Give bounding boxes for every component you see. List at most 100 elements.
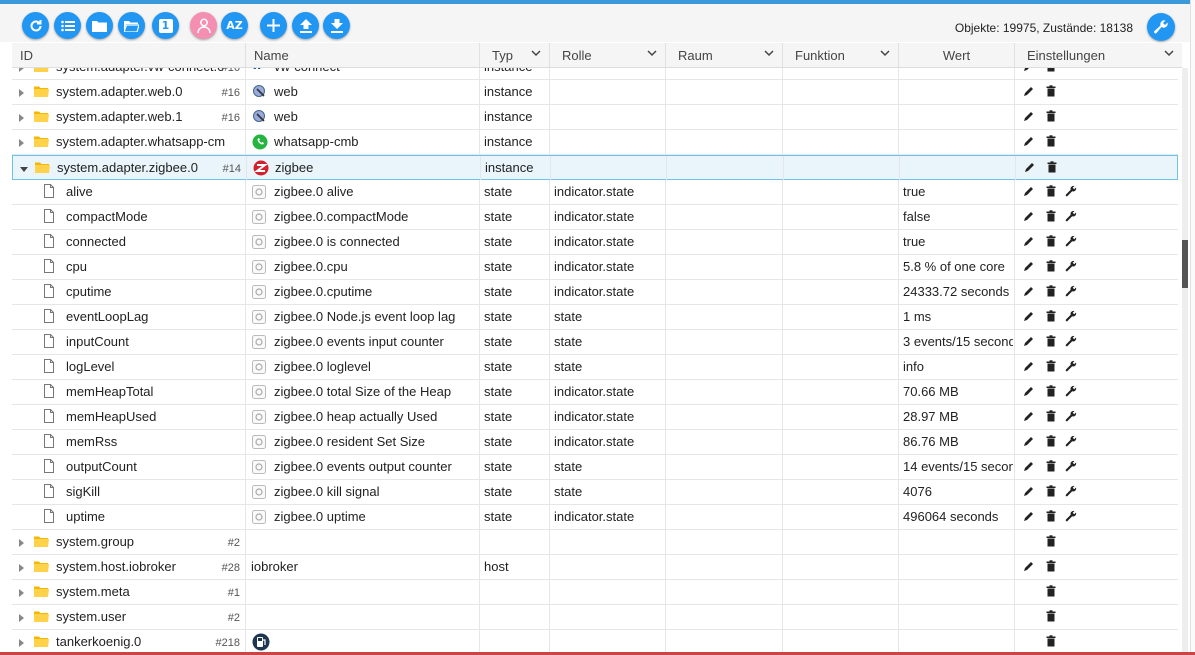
row-value[interactable]: info: [903, 355, 1013, 379]
sort-az-button[interactable]: AZ: [221, 12, 248, 39]
table-row[interactable]: memHeapTotal zigbee.0 total Size of the H…: [12, 380, 1178, 405]
table-row[interactable]: memHeapUsed zigbee.0 heap actually Used st…: [12, 405, 1178, 430]
delete-trash-icon[interactable]: [1045, 235, 1057, 247]
list-view-button[interactable]: [54, 12, 81, 39]
edit-pencil-icon[interactable]: [1023, 510, 1035, 522]
delete-trash-icon[interactable]: [1045, 210, 1057, 222]
edit-pencil-icon[interactable]: [1023, 410, 1035, 422]
settings-wrench-icon[interactable]: [1065, 510, 1077, 522]
row-value[interactable]: [903, 555, 1013, 579]
row-value[interactable]: true: [903, 180, 1013, 204]
row-value[interactable]: [903, 605, 1013, 629]
delete-trash-icon[interactable]: [1045, 135, 1057, 147]
table-row[interactable]: system.host.iobroker #28 iobroker host: [12, 555, 1178, 580]
edit-pencil-icon[interactable]: [1023, 185, 1035, 197]
edit-pencil-icon[interactable]: [1024, 161, 1036, 173]
settings-wrench-icon[interactable]: [1065, 485, 1077, 497]
delete-trash-icon[interactable]: [1045, 635, 1057, 647]
delete-trash-icon[interactable]: [1045, 85, 1057, 97]
row-value[interactable]: 28.97 MB: [903, 405, 1013, 429]
collapse-toggle-icon[interactable]: [20, 167, 28, 172]
row-value[interactable]: 4076: [903, 480, 1013, 504]
column-header-id[interactable]: ID: [12, 43, 245, 67]
column-header-function[interactable]: Funktion: [782, 43, 898, 67]
row-value[interactable]: [903, 130, 1013, 154]
settings-wrench-icon[interactable]: [1065, 185, 1077, 197]
expand-toggle-icon[interactable]: [19, 114, 24, 122]
delete-trash-icon[interactable]: [1045, 610, 1057, 622]
settings-wrench-icon[interactable]: [1065, 310, 1077, 322]
row-value[interactable]: 70.66 MB: [903, 380, 1013, 404]
row-value[interactable]: [903, 530, 1013, 554]
expand-toggle-icon[interactable]: [19, 539, 24, 547]
settings-wrench-icon[interactable]: [1065, 385, 1077, 397]
edit-pencil-icon[interactable]: [1023, 135, 1035, 147]
row-value[interactable]: 3 events/15 seconds: [903, 330, 1013, 354]
expand-toggle-icon[interactable]: [19, 68, 24, 72]
column-header-role[interactable]: Rolle: [549, 43, 665, 67]
edit-pencil-icon[interactable]: [1023, 285, 1035, 297]
add-button[interactable]: [260, 12, 287, 39]
settings-wrench-icon[interactable]: [1065, 210, 1077, 222]
column-header-name[interactable]: Name: [245, 43, 479, 67]
settings-wrench-icon[interactable]: [1065, 360, 1077, 372]
table-row[interactable]: system.adapter.vw-connect.0#16Wvw-connec…: [12, 68, 1178, 80]
delete-trash-icon[interactable]: [1045, 260, 1057, 272]
expand-toggle-icon[interactable]: [19, 89, 24, 97]
table-row[interactable]: eventLoopLag zigbee.0 Node.js event loop …: [12, 305, 1178, 330]
delete-trash-icon[interactable]: [1045, 585, 1057, 597]
expand-toggle-icon[interactable]: [19, 639, 24, 647]
delete-trash-icon[interactable]: [1045, 110, 1057, 122]
row-value[interactable]: [903, 105, 1013, 129]
edit-pencil-icon[interactable]: [1023, 435, 1035, 447]
delete-trash-icon[interactable]: [1045, 510, 1057, 522]
delete-trash-icon[interactable]: [1045, 435, 1057, 447]
settings-wrench-icon[interactable]: [1065, 285, 1077, 297]
expand-toggle-icon[interactable]: [19, 564, 24, 572]
table-row[interactable]: uptime zigbee.0 uptime state indicator.stat…: [12, 505, 1178, 530]
table-row[interactable]: system.meta #1: [12, 580, 1178, 605]
column-header-settings[interactable]: Einstellungen: [1014, 43, 1182, 67]
row-value[interactable]: 24333.72 seconds: [903, 280, 1013, 304]
delete-trash-icon[interactable]: [1045, 560, 1057, 572]
row-value[interactable]: 1 ms: [903, 305, 1013, 329]
delete-trash-icon[interactable]: [1045, 385, 1057, 397]
table-row[interactable]: cpu zigbee.0.cpu state indicator.state 5.8 %…: [12, 255, 1178, 280]
column-header-room[interactable]: Raum: [665, 43, 782, 67]
expand-toggle-icon[interactable]: [19, 614, 24, 622]
scrollbar-thumb[interactable]: [1182, 240, 1188, 288]
edit-pencil-icon[interactable]: [1023, 235, 1035, 247]
table-row[interactable]: system.adapter.whatsapp-cmb.0 whatsapp-cm…: [12, 130, 1178, 155]
delete-trash-icon[interactable]: [1045, 410, 1057, 422]
edit-pencil-icon[interactable]: [1023, 485, 1035, 497]
user-filter-button[interactable]: [190, 12, 217, 39]
edit-pencil-icon[interactable]: [1023, 210, 1035, 222]
row-value[interactable]: 86.76 MB: [903, 430, 1013, 454]
download-button[interactable]: [323, 12, 350, 39]
table-row[interactable]: compactMode zigbee.0.compactMode state indi…: [12, 205, 1178, 230]
delete-trash-icon[interactable]: [1046, 161, 1058, 173]
edit-pencil-icon[interactable]: [1023, 385, 1035, 397]
settings-button[interactable]: [1147, 13, 1175, 41]
delete-trash-icon[interactable]: [1045, 360, 1057, 372]
row-value[interactable]: [903, 580, 1013, 604]
table-row[interactable]: connected zigbee.0 is connected state indic…: [12, 230, 1178, 255]
row-value[interactable]: false: [903, 205, 1013, 229]
edit-pencil-icon[interactable]: [1023, 460, 1035, 472]
row-value[interactable]: 5.8 % of one core: [903, 255, 1013, 279]
edit-pencil-icon[interactable]: [1023, 110, 1035, 122]
delete-trash-icon[interactable]: [1045, 285, 1057, 297]
edit-pencil-icon[interactable]: [1023, 260, 1035, 272]
table-row[interactable]: system.group #2: [12, 530, 1178, 555]
column-header-type[interactable]: Typ: [479, 43, 549, 67]
table-row[interactable]: alive zigbee.0 alive state indicator.state t…: [12, 180, 1178, 205]
edit-pencil-icon[interactable]: [1023, 85, 1035, 97]
edit-pencil-icon[interactable]: [1023, 68, 1035, 72]
delete-trash-icon[interactable]: [1045, 185, 1057, 197]
row-value[interactable]: 496064 seconds: [903, 505, 1013, 529]
edit-pencil-icon[interactable]: [1023, 310, 1035, 322]
expand-toggle-icon[interactable]: [19, 139, 24, 147]
settings-wrench-icon[interactable]: [1065, 335, 1077, 347]
edit-pencil-icon[interactable]: [1023, 335, 1035, 347]
vertical-scrollbar[interactable]: [1182, 68, 1188, 655]
